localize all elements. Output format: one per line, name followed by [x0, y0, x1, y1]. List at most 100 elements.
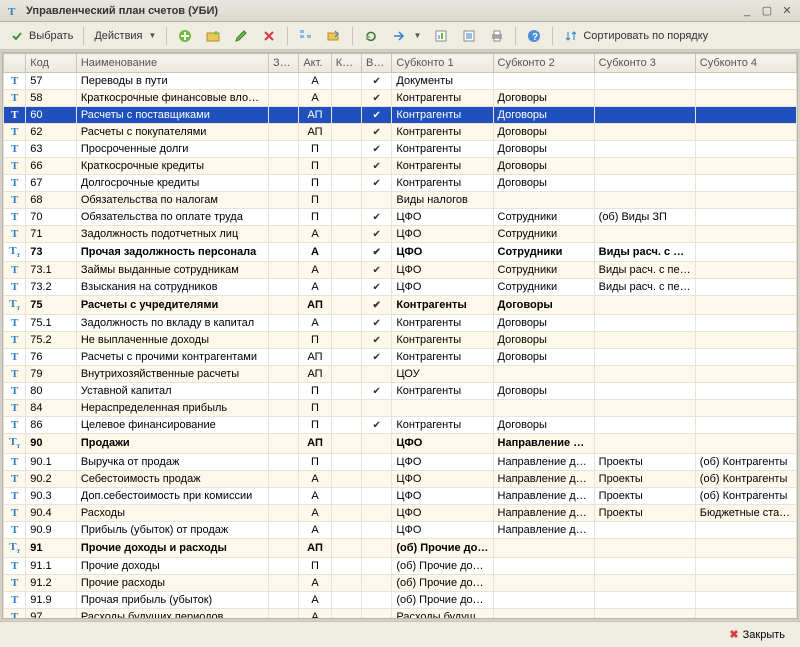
hierarchy-button[interactable] — [293, 26, 319, 46]
table-row[interactable]: Т75.1Задолжность по вкладу в капиталАКон… — [4, 315, 797, 332]
table-row[interactable]: Т67Долгосрочные кредитыПКонтрагентыДогов… — [4, 175, 797, 192]
table-row[interactable]: Т79Внутрихозяйственные расчетыАПЦОУ — [4, 366, 797, 383]
col-sub1[interactable]: Субконто 1 — [392, 54, 493, 73]
cell-code: 68 — [26, 192, 77, 209]
cell-sub4 — [695, 296, 796, 315]
cell-name: Краткосрочные кредиты — [76, 158, 268, 175]
printer-icon — [489, 28, 505, 44]
cell-kol — [331, 315, 361, 332]
table-row[interactable]: Т90.3Доп.себестоимость при комиссииАЦФОН… — [4, 487, 797, 504]
col-akt[interactable]: Акт. — [299, 54, 331, 73]
cell-akt: А — [299, 504, 331, 521]
col-zab[interactable]: Заб. — [268, 54, 298, 73]
close-button[interactable]: ✕ — [780, 4, 794, 18]
delete-button[interactable] — [256, 26, 282, 46]
table-row[interactable]: Т76Расчеты с прочими контрагентамиАПКонт… — [4, 349, 797, 366]
refresh-button[interactable] — [358, 26, 384, 46]
table-row[interactable]: Тт75Расчеты с учредителямиАПКонтрагентыД… — [4, 296, 797, 315]
window-title: Управленческий план счетов (УБИ) — [26, 5, 740, 17]
row-type-icon: Т — [11, 490, 18, 502]
go-button[interactable]: ▼ — [386, 26, 426, 46]
cell: Т — [4, 521, 26, 538]
table-row[interactable]: Т73.2Взыскания на сотрудниковАЦФОСотрудн… — [4, 279, 797, 296]
cell-val — [362, 73, 392, 90]
report-button[interactable] — [428, 26, 454, 46]
subconto-button[interactable] — [456, 26, 482, 46]
table-row[interactable]: Т62Расчеты с покупателямиАПКонтрагентыДо… — [4, 124, 797, 141]
table-row[interactable]: Т68Обязательства по налогамПВиды налогов — [4, 192, 797, 209]
table-row[interactable]: Т80Уставной капиталПКонтрагентыДоговоры — [4, 383, 797, 400]
col-val[interactable]: Вал. — [362, 54, 392, 73]
cell-sub2 — [493, 538, 594, 557]
table-row[interactable]: Т73.1Займы выданные сотрудникамАЦФОСотру… — [4, 262, 797, 279]
table-row[interactable]: Т71Задолжность подотчетных лицАЦФОСотруд… — [4, 226, 797, 243]
cell: Т — [4, 574, 26, 591]
table-row[interactable]: Т57Переводы в путиАДокументы — [4, 73, 797, 90]
table-row[interactable]: Тт91Прочие доходы и расходыАП(об) Прочие… — [4, 538, 797, 557]
table-row[interactable]: Т90.9Прибыль (убыток) от продажАЦФОНапра… — [4, 521, 797, 538]
table-row[interactable]: Тт73Прочая задолжность персоналаАЦФОСотр… — [4, 243, 797, 262]
col-sub3[interactable]: Субконто 3 — [594, 54, 695, 73]
cell-sub3 — [594, 349, 695, 366]
table-row[interactable]: Т97Расходы будущих периодовАРасходы буду… — [4, 608, 797, 619]
cell-zab — [268, 124, 298, 141]
maximize-button[interactable]: ▢ — [760, 4, 774, 18]
help-button[interactable]: ? — [521, 26, 547, 46]
table-row[interactable]: Т58Краткосрочные финансовые вложенияАКон… — [4, 90, 797, 107]
add-button[interactable] — [172, 26, 198, 46]
col-kol[interactable]: Кол. — [331, 54, 361, 73]
cell-zab — [268, 521, 298, 538]
footer: ✖ Закрыть — [0, 621, 800, 647]
table-row[interactable]: Т86Целевое финансированиеПКонтрагентыДог… — [4, 417, 797, 434]
col-sub2[interactable]: Субконто 2 — [493, 54, 594, 73]
cell-zab — [268, 90, 298, 107]
cell-code: 79 — [26, 366, 77, 383]
table-row[interactable]: Т90.2Себестоимость продажАЦФОНаправление… — [4, 470, 797, 487]
col-sub4[interactable]: Субконто 4 — [695, 54, 796, 73]
grid-container[interactable]: Код Наименование Заб. Акт. Кол. Вал. Суб… — [2, 52, 798, 619]
table-row[interactable]: Тт90ПродажиАПЦФОНаправление деят… — [4, 434, 797, 453]
sort-button[interactable]: Сортировать по порядку — [558, 26, 713, 46]
cell-name: Расходы будущих периодов — [76, 608, 268, 619]
cell-sub2: Сотрудники — [493, 262, 594, 279]
cell-kol — [331, 158, 361, 175]
cell-sub1: ЦФО — [392, 470, 493, 487]
table-row[interactable]: Т60Расчеты с поставщикамиАПКонтрагентыДо… — [4, 107, 797, 124]
cell-name: Уставной капитал — [76, 383, 268, 400]
select-button[interactable]: Выбрать — [4, 26, 78, 46]
table-row[interactable]: Т84Нераспределенная прибыльП — [4, 400, 797, 417]
cell-akt: П — [299, 400, 331, 417]
table-row[interactable]: Т75.2Не выплаченные доходыПКонтрагентыДо… — [4, 332, 797, 349]
cell-sub2: Договоры — [493, 383, 594, 400]
check-icon — [373, 160, 381, 172]
cell-kol — [331, 107, 361, 124]
add-folder-button[interactable] — [200, 26, 226, 46]
cell-sub2: Сотрудники — [493, 279, 594, 296]
cell-name: Прочая задолжность персонала — [76, 243, 268, 262]
table-row[interactable]: Т91.1Прочие доходыП(об) Прочие доход… — [4, 557, 797, 574]
col-name[interactable]: Наименование — [76, 54, 268, 73]
close-footer-button[interactable]: ✖ Закрыть — [722, 625, 792, 644]
table-row[interactable]: Т90.1Выручка от продажПЦФОНаправление де… — [4, 453, 797, 470]
edit-button[interactable] — [228, 26, 254, 46]
cell-sub3 — [594, 538, 695, 557]
print-button[interactable] — [484, 26, 510, 46]
table-row[interactable]: Т90.4РасходыАЦФОНаправление деятель…Прое… — [4, 504, 797, 521]
cell-zab — [268, 158, 298, 175]
cell-sub3: Проекты — [594, 453, 695, 470]
cell-sub4: Бюджетные стат… — [695, 504, 796, 521]
col-code[interactable]: Код — [26, 54, 77, 73]
table-row[interactable]: Т70Обязательства по оплате трудаПЦФОСотр… — [4, 209, 797, 226]
table-row[interactable]: Т91.9Прочая прибыль (убыток)А(об) Прочие… — [4, 591, 797, 608]
cell-val — [362, 175, 392, 192]
table-row[interactable]: Т66Краткосрочные кредитыПКонтрагентыДого… — [4, 158, 797, 175]
table-row[interactable]: Т63Просроченные долгиПКонтрагентыДоговор… — [4, 141, 797, 158]
cell-code: 90.3 — [26, 487, 77, 504]
cell-sub2: Договоры — [493, 332, 594, 349]
table-row[interactable]: Т91.2Прочие расходыА(об) Прочие доход… — [4, 574, 797, 591]
actions-button[interactable]: Действия ▼ — [89, 26, 161, 46]
move-button[interactable] — [321, 26, 347, 46]
minimize-button[interactable]: _ — [740, 4, 754, 18]
cell-sub1: ЦФО — [392, 487, 493, 504]
col-icon[interactable] — [4, 54, 26, 73]
